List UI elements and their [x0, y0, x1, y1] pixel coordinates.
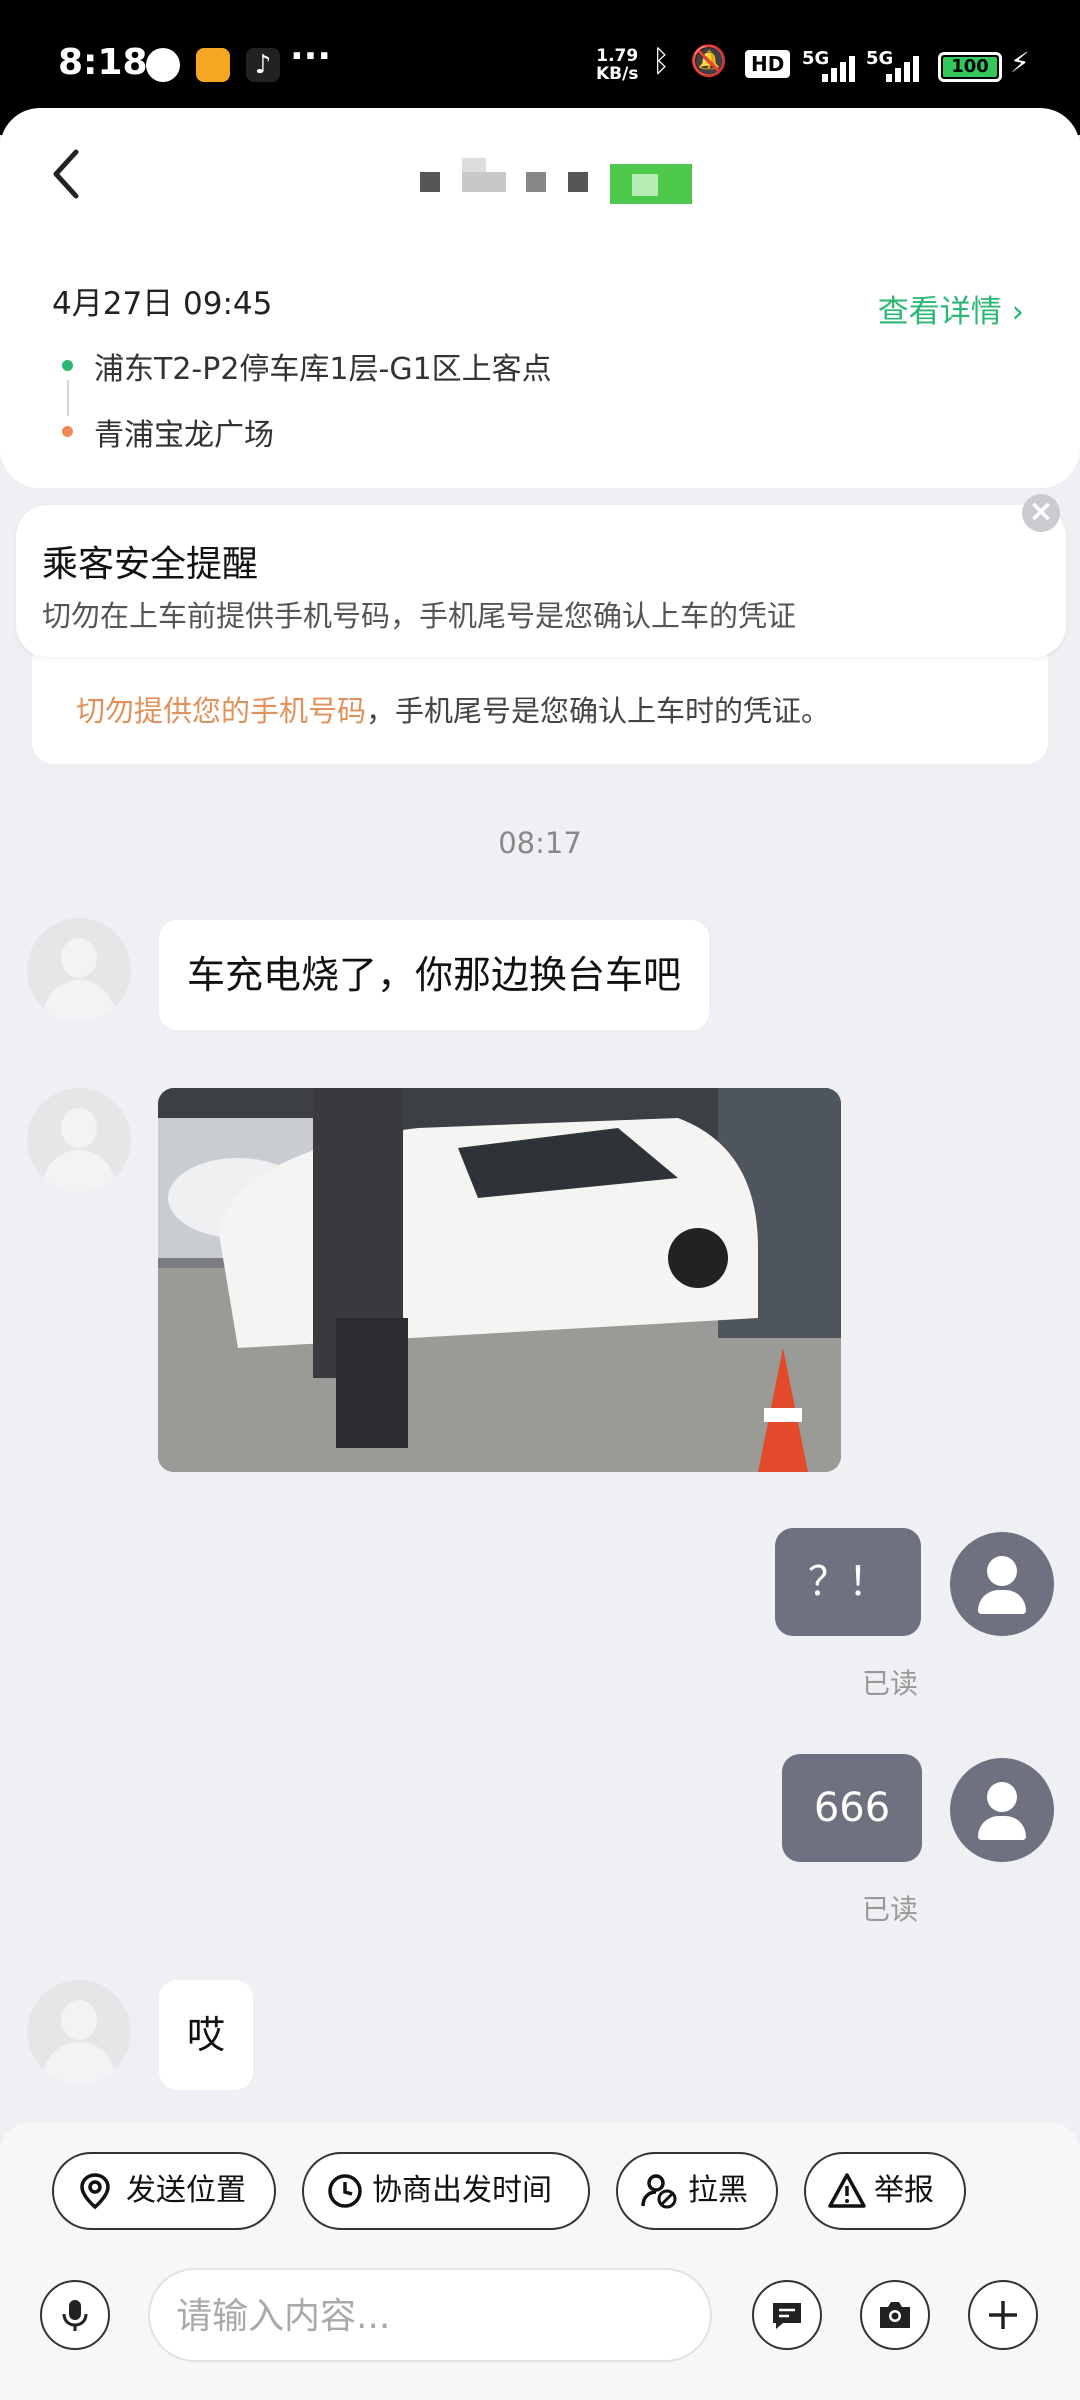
charging-icon: ⚡	[1010, 46, 1030, 79]
driver-avatar[interactable]	[27, 1088, 131, 1192]
safety-reminder-text: 切勿在上车前提供手机号码，手机尾号是您确认上车的凭证	[42, 599, 797, 633]
signal-bars-icon	[886, 56, 922, 82]
dropoff-location: 青浦宝龙广场	[94, 418, 274, 453]
chat-timestamp: 08:17	[498, 826, 582, 860]
message-bubble-received[interactable]: 哎	[159, 1980, 254, 2090]
battery-icon: 100	[938, 52, 1002, 82]
back-button[interactable]	[48, 144, 88, 204]
safety-notice-text: 切勿提供您的手机号码，手机尾号是您确认上车时的凭证。	[76, 694, 831, 728]
status-time: 8:18	[58, 42, 148, 83]
block-button[interactable]: 拉黑	[616, 2152, 778, 2230]
quick-reply-button[interactable]	[752, 2280, 822, 2350]
message-input[interactable]	[176, 2290, 676, 2342]
pickup-dot	[62, 360, 73, 371]
battery-level: 100	[943, 57, 997, 77]
clock-app-icon	[146, 48, 180, 82]
report-button[interactable]: 举报	[804, 2152, 966, 2230]
negotiate-time-button[interactable]: 协商出发时间	[302, 2152, 590, 2230]
user-avatar[interactable]	[950, 1532, 1054, 1636]
pickup-location: 浦东T2-P2停车库1层-G1区上客点	[94, 352, 552, 387]
read-receipt: 已读	[862, 1893, 919, 1926]
safety-reminder-title: 乘客安全提醒	[42, 544, 259, 585]
read-receipt: 已读	[862, 1667, 919, 1700]
view-details-link[interactable]: 查看详情 ›	[878, 286, 1024, 331]
message-input-box[interactable]	[148, 2268, 712, 2362]
bluetooth-icon: ᛒ	[652, 44, 676, 79]
chevron-left-icon	[53, 149, 79, 199]
safety-reminder-popup: 乘客安全提醒 切勿在上车前提供手机号码，手机尾号是您确认上车的凭证	[16, 505, 1066, 657]
hd-icon: HD	[745, 50, 791, 78]
driver-avatar[interactable]	[27, 918, 131, 1022]
trip-header: 4月27日 09:45 查看详情 › 浦东T2-P2停车库1层-G1区上客点 青…	[0, 108, 1080, 488]
message-bubble-received[interactable]: 车充电烧了，你那边换台车吧	[159, 920, 710, 1030]
microphone-icon	[62, 2300, 88, 2331]
network-speed: 1.79 KB/s	[596, 46, 639, 84]
block-user-icon	[641, 2174, 677, 2209]
user-avatar[interactable]	[950, 1758, 1054, 1862]
car-photo-image	[158, 1088, 841, 1472]
dropoff-dot	[62, 426, 73, 437]
driver-name-redacted	[420, 148, 700, 208]
clock-icon	[328, 2174, 362, 2208]
warning-icon	[828, 2173, 866, 2208]
signal-bars-icon	[822, 56, 858, 82]
message-bubble-sent[interactable]: 666	[782, 1754, 922, 1862]
more-notifications-icon: ···	[290, 36, 332, 77]
weibo-app-icon	[196, 48, 230, 82]
mute-icon: 🔕	[690, 44, 734, 79]
route-line	[67, 380, 69, 416]
trip-time: 4月27日 09:45	[52, 286, 273, 322]
location-pin-icon	[80, 2173, 110, 2210]
bottom-panel: 发送位置 协商出发时间 拉黑 举报	[0, 2122, 1080, 2400]
message-bubble-sent[interactable]: ？！	[775, 1528, 921, 1636]
more-options-button[interactable]	[968, 2280, 1038, 2350]
message-photo[interactable]	[158, 1088, 841, 1472]
send-location-button[interactable]: 发送位置	[52, 2152, 276, 2230]
camera-icon	[880, 2302, 910, 2328]
chat-bubble-icon	[773, 2303, 801, 2329]
camera-button[interactable]	[860, 2280, 930, 2350]
plus-icon	[989, 2301, 1017, 2329]
voice-input-button[interactable]	[40, 2280, 110, 2350]
close-icon[interactable]: ×	[1022, 494, 1060, 532]
driver-avatar[interactable]	[27, 1980, 131, 2084]
tiktok-app-icon: ♪	[246, 48, 280, 82]
safety-notice-card: 切勿提供您的手机号码，手机尾号是您确认上车时的凭证。	[32, 640, 1048, 764]
